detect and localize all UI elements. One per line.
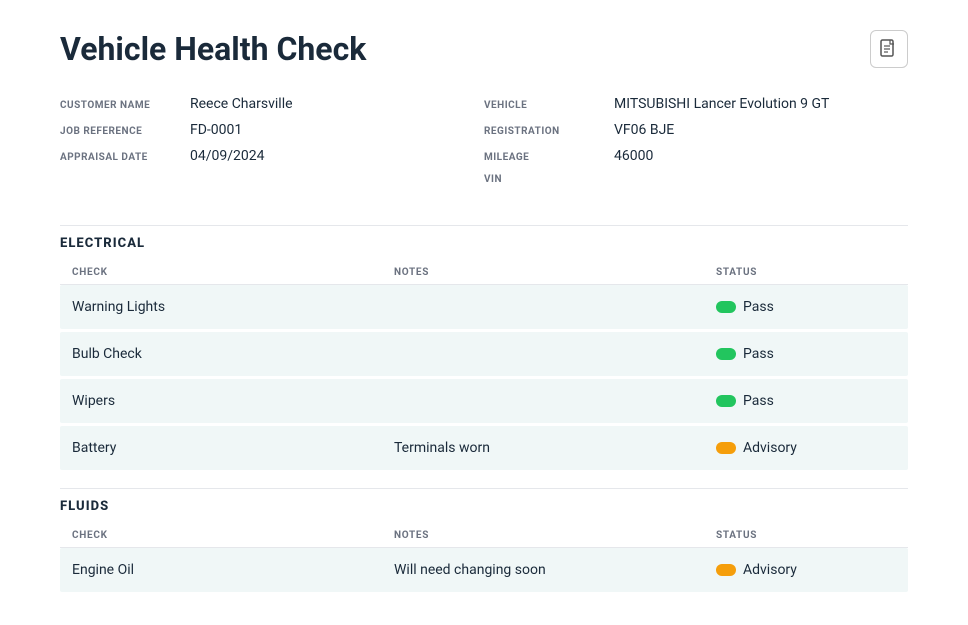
meta-label: REGISTRATION xyxy=(484,126,614,137)
status-text: Advisory xyxy=(743,562,797,578)
cell-status: Pass xyxy=(716,393,896,409)
table-row: Wipers Pass xyxy=(60,379,908,423)
cell-notes: Terminals worn xyxy=(394,440,716,456)
cell-notes: Will need changing soon xyxy=(394,562,716,578)
meta-row: APPRAISAL DATE 04/09/2024 xyxy=(60,148,484,164)
meta-value: Reece Charsville xyxy=(190,96,293,112)
status-dot-pass xyxy=(716,395,736,407)
section-title: ELECTRICAL xyxy=(60,236,908,251)
table-header-cell: STATUS xyxy=(716,530,896,541)
meta-row: VEHICLE MITSUBISHI Lancer Evolution 9 GT xyxy=(484,96,908,112)
status-dot-advisory xyxy=(716,442,736,454)
status-text: Pass xyxy=(743,299,774,315)
table-header: CHECKNOTESSTATUS xyxy=(60,261,908,285)
meta-row: CUSTOMER NAME Reece Charsville xyxy=(60,96,484,112)
cell-notes xyxy=(394,346,716,362)
status-text: Pass xyxy=(743,393,774,409)
meta-value: 04/09/2024 xyxy=(190,148,265,164)
status-text: Pass xyxy=(743,346,774,362)
sections-container: ELECTRICALCHECKNOTESSTATUSWarning Lights… xyxy=(60,225,908,592)
cell-status: Advisory xyxy=(716,562,896,578)
meta-section: CUSTOMER NAME Reece Charsville JOB REFER… xyxy=(60,96,908,195)
meta-left: CUSTOMER NAME Reece Charsville JOB REFER… xyxy=(60,96,484,195)
cell-status: Pass xyxy=(716,299,896,315)
meta-value: 46000 xyxy=(614,148,653,164)
table-header-cell: STATUS xyxy=(716,267,896,278)
pdf-button[interactable] xyxy=(870,30,908,68)
meta-label: VEHICLE xyxy=(484,100,614,111)
cell-check: Battery xyxy=(72,440,394,456)
table-header-cell: CHECK xyxy=(72,267,394,278)
meta-value: VF06 BJE xyxy=(614,122,674,138)
table-header-cell: NOTES xyxy=(394,530,716,541)
meta-label: MILEAGE xyxy=(484,152,614,163)
meta-row: JOB REFERENCE FD-0001 xyxy=(60,122,484,138)
meta-row: REGISTRATION VF06 BJE xyxy=(484,122,908,138)
status-dot-advisory xyxy=(716,564,736,576)
meta-value: MITSUBISHI Lancer Evolution 9 GT xyxy=(614,96,829,112)
meta-label: APPRAISAL DATE xyxy=(60,152,190,163)
cell-status: Advisory xyxy=(716,440,896,456)
table-header-cell: CHECK xyxy=(72,530,394,541)
status-dot-pass xyxy=(716,301,736,313)
pdf-icon xyxy=(880,39,898,59)
meta-right: VEHICLE MITSUBISHI Lancer Evolution 9 GT… xyxy=(484,96,908,195)
cell-check: Wipers xyxy=(72,393,394,409)
cell-check: Engine Oil xyxy=(72,562,394,578)
section-title: FLUIDS xyxy=(60,499,908,514)
meta-label: JOB REFERENCE xyxy=(60,126,190,137)
status-text: Advisory xyxy=(743,440,797,456)
page-header: Vehicle Health Check xyxy=(60,30,908,68)
table-row: Warning Lights Pass xyxy=(60,285,908,329)
cell-check: Bulb Check xyxy=(72,346,394,362)
table-header: CHECKNOTESSTATUS xyxy=(60,524,908,548)
cell-status: Pass xyxy=(716,346,896,362)
section-divider xyxy=(60,488,908,489)
meta-row: VIN xyxy=(484,174,908,185)
table-row: Engine OilWill need changing soon Advisor… xyxy=(60,548,908,592)
cell-notes xyxy=(394,299,716,315)
cell-check: Warning Lights xyxy=(72,299,394,315)
cell-notes xyxy=(394,393,716,409)
status-dot-pass xyxy=(716,348,736,360)
meta-row: MILEAGE 46000 xyxy=(484,148,908,164)
table-row: Bulb Check Pass xyxy=(60,332,908,376)
meta-value: FD-0001 xyxy=(190,122,242,138)
meta-label: VIN xyxy=(484,174,614,185)
page-title: Vehicle Health Check xyxy=(60,30,366,68)
table-header-cell: NOTES xyxy=(394,267,716,278)
meta-label: CUSTOMER NAME xyxy=(60,100,190,111)
table-row: BatteryTerminals worn Advisory xyxy=(60,426,908,470)
section-divider xyxy=(60,225,908,226)
